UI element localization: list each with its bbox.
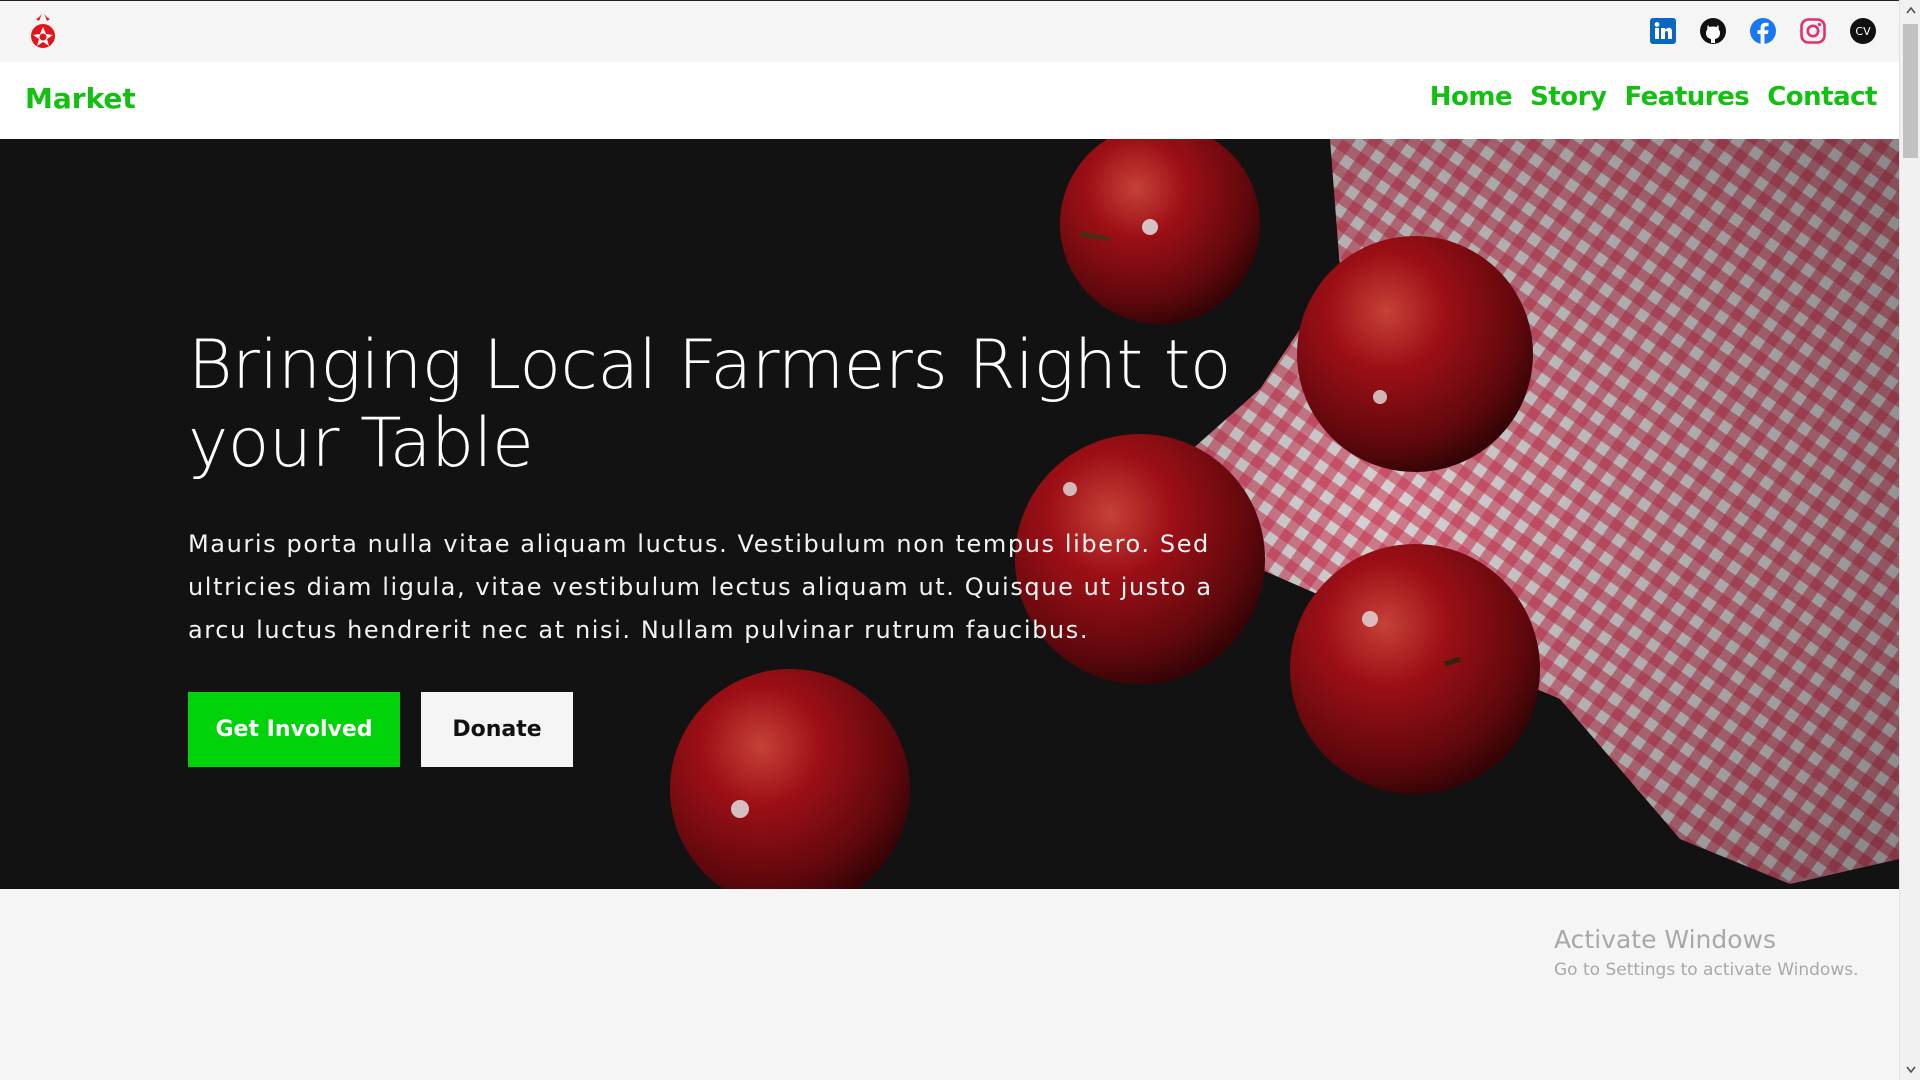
nav-link-features[interactable]: Features (1624, 82, 1749, 112)
hero-description: Mauris porta nulla vitae aliquam luctus.… (188, 530, 1213, 644)
watermark-title: Activate Windows (1554, 925, 1776, 954)
scroll-down-arrow-icon[interactable] (1900, 1060, 1920, 1080)
hero-section: Bringing Local Farmers Right to your Tab… (0, 139, 1899, 889)
facebook-icon[interactable] (1747, 15, 1779, 47)
github-icon[interactable] (1697, 15, 1729, 47)
get-involved-button[interactable]: Get Involved (188, 692, 400, 767)
hero-buttons: Get Involved Donate (188, 692, 1268, 767)
linkedin-icon[interactable] (1647, 15, 1679, 47)
nav-links: Home Story Features Contact (1430, 82, 1878, 112)
cv-icon-label: CV (1855, 25, 1871, 38)
nav-link-story[interactable]: Story (1530, 82, 1607, 112)
top-social-bar: CV (0, 0, 1899, 62)
donate-button[interactable]: Donate (421, 692, 573, 767)
brand-link[interactable]: Market (25, 82, 136, 115)
page: CV Market Home Story Features Contact Br… (0, 0, 1899, 1080)
nav-link-home[interactable]: Home (1430, 82, 1513, 112)
strawberry-logo-icon[interactable] (25, 11, 61, 51)
scrollbar-thumb[interactable] (1903, 24, 1918, 158)
cv-icon[interactable]: CV (1847, 15, 1879, 47)
nav-link-contact[interactable]: Contact (1767, 82, 1877, 112)
scroll-up-arrow-icon[interactable] (1900, 0, 1920, 20)
vertical-scrollbar[interactable] (1899, 0, 1920, 1080)
social-links: CV (1647, 15, 1879, 47)
main-navbar: Market Home Story Features Contact (0, 62, 1899, 139)
hero-content: Bringing Local Farmers Right to your Tab… (188, 327, 1268, 767)
watermark-subtitle: Go to Settings to activate Windows. (1554, 960, 1859, 980)
hero-title: Bringing Local Farmers Right to your Tab… (188, 326, 1232, 483)
instagram-icon[interactable] (1797, 15, 1829, 47)
activate-windows-watermark: Activate Windows Go to Settings to activ… (1554, 925, 1859, 980)
